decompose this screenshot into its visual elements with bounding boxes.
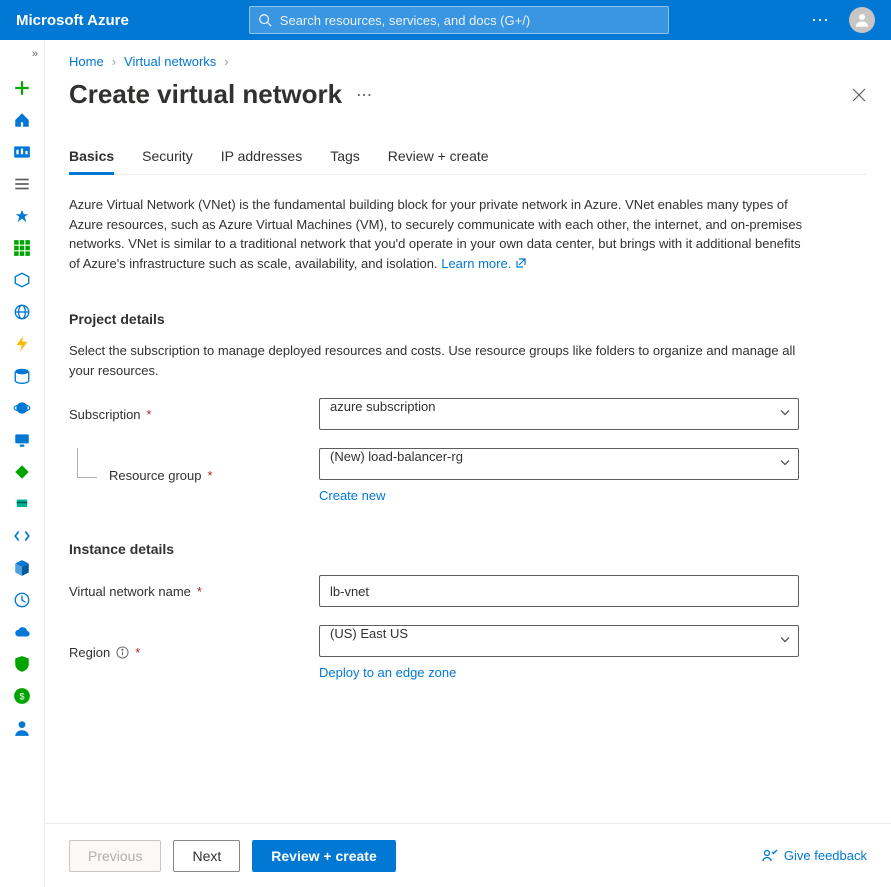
close-button[interactable]: [851, 87, 867, 103]
region-select[interactable]: (US) East US: [319, 625, 799, 657]
all-services-icon[interactable]: [12, 238, 32, 258]
info-icon[interactable]: [116, 646, 129, 659]
favorites-icon[interactable]: [12, 206, 32, 226]
nav-diamond-icon[interactable]: [12, 462, 32, 482]
external-link-icon: [515, 257, 527, 269]
instance-details-heading: Instance details: [69, 541, 867, 557]
tab-security[interactable]: Security: [142, 148, 193, 174]
indent-connector: [77, 448, 97, 478]
breadcrumb-home[interactable]: Home: [69, 54, 104, 69]
main-pane: Home › Virtual networks › Create virtual…: [45, 40, 891, 887]
breadcrumb-vnets[interactable]: Virtual networks: [124, 54, 216, 69]
vnet-description-text: Azure Virtual Network (VNet) is the fund…: [69, 197, 802, 271]
feedback-label: Give feedback: [784, 848, 867, 863]
home-icon[interactable]: [12, 110, 32, 130]
chevron-right-icon: ›: [224, 54, 228, 69]
create-resource-icon[interactable]: [12, 78, 32, 98]
vnet-name-input[interactable]: [319, 575, 799, 607]
tab-ip-addresses[interactable]: IP addresses: [221, 148, 302, 174]
left-nav-rail: » $: [0, 40, 45, 887]
nav-function-icon[interactable]: [12, 334, 32, 354]
nav-cube-icon[interactable]: [12, 270, 32, 290]
close-icon: [851, 87, 867, 103]
project-details-heading: Project details: [69, 311, 867, 327]
azure-top-bar: Microsoft Azure ⋯: [0, 0, 891, 40]
subscription-select[interactable]: azure subscription: [319, 398, 799, 430]
nav-card-icon[interactable]: [12, 494, 32, 514]
page-more-icon[interactable]: ⋯: [356, 85, 374, 105]
nav-advisor-icon[interactable]: [12, 590, 32, 610]
nav-code-icon[interactable]: [12, 526, 32, 546]
person-icon: [853, 11, 871, 29]
chevron-right-icon: ›: [112, 54, 116, 69]
wizard-tabs: Basics Security IP addresses Tags Review…: [69, 148, 867, 175]
next-button[interactable]: Next: [173, 840, 240, 872]
dashboard-icon[interactable]: [12, 142, 32, 162]
vnet-name-label: Virtual network name*: [69, 584, 319, 599]
nav-globe-icon[interactable]: [12, 302, 32, 322]
nav-cosmos-icon[interactable]: [12, 398, 32, 418]
learn-more-link[interactable]: Learn more.: [441, 254, 527, 274]
nav-storage-icon[interactable]: [12, 558, 32, 578]
nav-sql-icon[interactable]: [12, 366, 32, 386]
expand-nav-icon[interactable]: »: [32, 48, 38, 60]
nav-monitor-icon[interactable]: [12, 430, 32, 450]
region-label: Region *: [69, 645, 319, 660]
learn-more-label: Learn more.: [441, 254, 511, 274]
global-search[interactable]: [249, 6, 669, 34]
nav-cost-icon[interactable]: $: [12, 686, 32, 706]
svg-text:$: $: [19, 691, 24, 701]
more-icon[interactable]: ⋯: [811, 10, 831, 31]
wizard-footer: Previous Next Review + create Give feedb…: [45, 823, 891, 887]
give-feedback-link[interactable]: Give feedback: [762, 848, 867, 864]
edge-zone-link[interactable]: Deploy to an edge zone: [319, 665, 799, 680]
vnet-description: Azure Virtual Network (VNet) is the fund…: [69, 195, 809, 273]
top-right-controls: ⋯: [811, 7, 875, 33]
create-new-rg-link[interactable]: Create new: [319, 488, 799, 503]
review-create-button[interactable]: Review + create: [252, 840, 395, 872]
subscription-label: Subscription*: [69, 407, 319, 422]
resource-group-select[interactable]: (New) load-balancer-rg: [319, 448, 799, 480]
search-icon: [258, 13, 272, 27]
page-title: Create virtual network: [69, 79, 342, 110]
account-avatar[interactable]: [849, 7, 875, 33]
nav-cloud-icon[interactable]: [12, 622, 32, 642]
tab-review-create[interactable]: Review + create: [388, 148, 489, 174]
nav-user-icon[interactable]: [12, 718, 32, 738]
previous-button[interactable]: Previous: [69, 840, 161, 872]
tab-tags[interactable]: Tags: [330, 148, 360, 174]
brand-label: Microsoft Azure: [16, 12, 129, 29]
list-icon[interactable]: [12, 174, 32, 194]
tab-basics[interactable]: Basics: [69, 148, 114, 174]
search-input[interactable]: [280, 13, 660, 28]
nav-security-icon[interactable]: [12, 654, 32, 674]
project-details-desc: Select the subscription to manage deploy…: [69, 341, 809, 380]
feedback-icon: [762, 848, 778, 864]
resource-group-label: Resource group*: [69, 468, 319, 483]
breadcrumb: Home › Virtual networks ›: [69, 54, 867, 69]
